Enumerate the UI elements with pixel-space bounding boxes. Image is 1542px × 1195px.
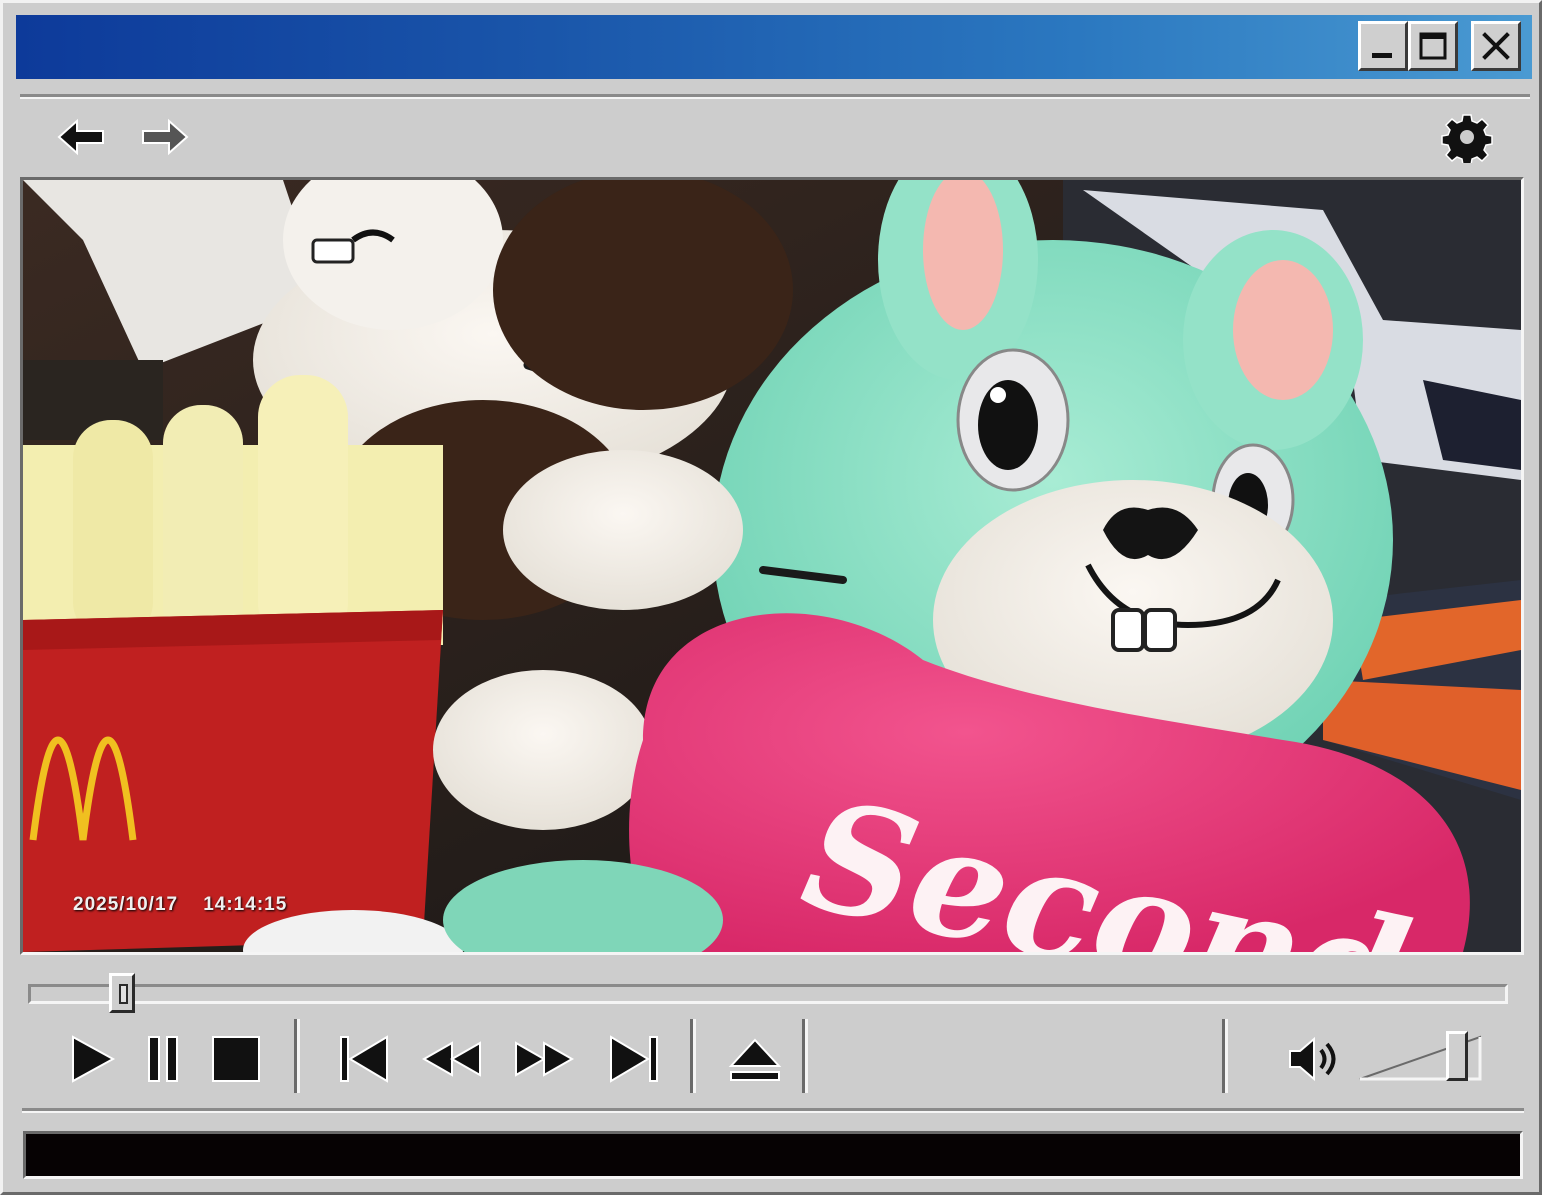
timestamp-date: 2025/10/17	[73, 894, 179, 915]
skip-back-icon	[340, 1035, 388, 1083]
gear-icon	[1441, 114, 1493, 163]
seek-progress	[31, 987, 114, 1001]
next-button[interactable]	[605, 1031, 663, 1087]
status-bar	[23, 1131, 1523, 1179]
pause-icon	[148, 1036, 178, 1082]
title-bar[interactable]	[16, 15, 1532, 79]
video-timestamp: 2025/10/17 14:14:15	[73, 894, 287, 916]
maximize-button[interactable]	[1408, 21, 1458, 71]
skip-forward-icon	[610, 1035, 658, 1083]
seek-bar[interactable]	[28, 984, 1508, 1004]
arrow-right-icon	[142, 118, 189, 156]
rewind-icon	[421, 1041, 481, 1077]
speaker-icon	[1289, 1036, 1336, 1082]
fast-forward-icon	[515, 1041, 575, 1077]
controls-separator	[1222, 1019, 1228, 1093]
play-button[interactable]	[65, 1031, 119, 1087]
toolbar-divider	[20, 94, 1530, 99]
mute-button[interactable]	[1285, 1031, 1343, 1087]
previous-button[interactable]	[335, 1031, 393, 1087]
volume-thumb[interactable]	[1445, 1031, 1468, 1081]
back-button[interactable]	[53, 113, 109, 161]
close-button[interactable]	[1471, 21, 1521, 71]
video-frame-image: Second	[23, 180, 1521, 952]
forward-button[interactable]	[137, 113, 193, 161]
arrow-left-icon	[57, 118, 104, 156]
controls-separator	[294, 1019, 300, 1093]
rewind-button[interactable]	[419, 1037, 485, 1081]
stop-icon	[212, 1036, 260, 1082]
stop-button[interactable]	[206, 1031, 266, 1087]
status-divider	[22, 1108, 1524, 1113]
controls-separator	[690, 1019, 696, 1093]
eject-button[interactable]	[725, 1035, 785, 1087]
minimize-icon	[1372, 53, 1392, 58]
media-player-window: Second 2025/10/17 14:14:15	[0, 0, 1542, 1195]
pause-button[interactable]	[139, 1031, 187, 1087]
seek-thumb[interactable]	[109, 973, 136, 1013]
eject-icon	[728, 1038, 782, 1081]
maximize-icon	[1419, 32, 1447, 60]
fast-forward-button[interactable]	[511, 1037, 577, 1081]
controls-separator	[802, 1019, 808, 1093]
close-icon	[1482, 32, 1510, 60]
minimize-button[interactable]	[1358, 21, 1408, 71]
settings-button[interactable]	[1439, 111, 1495, 163]
timestamp-time: 14:14:15	[203, 894, 288, 915]
play-icon	[72, 1035, 116, 1083]
video-display[interactable]: Second 2025/10/17 14:14:15	[20, 177, 1524, 955]
